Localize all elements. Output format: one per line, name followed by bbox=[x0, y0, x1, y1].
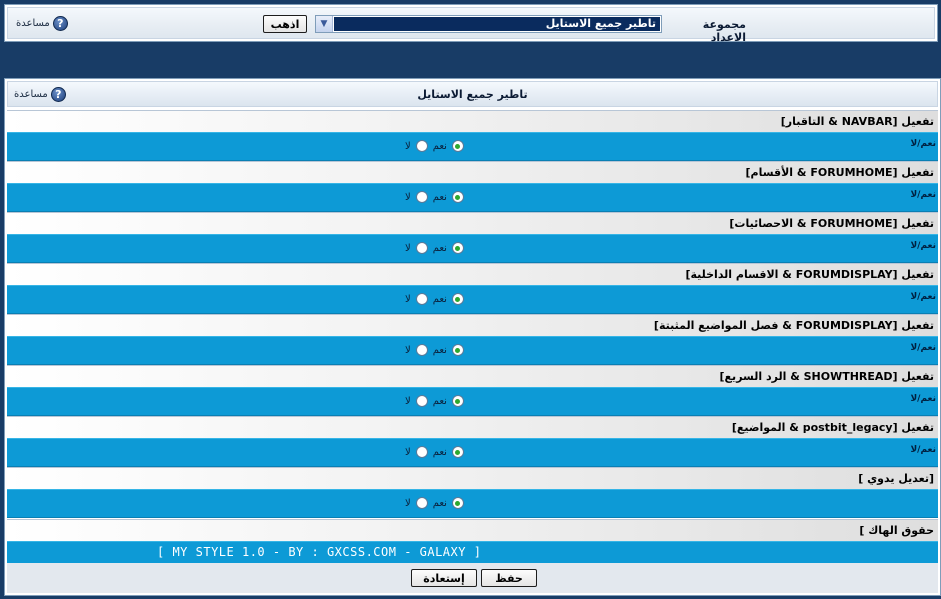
radio-no-label[interactable]: لا bbox=[405, 447, 411, 458]
option-title: [الاحصائيات & FORUMHOME] تفعيل bbox=[729, 217, 934, 230]
radio-yes[interactable] bbox=[451, 293, 464, 305]
yes-no-radio-group: نعم لا bbox=[403, 497, 464, 509]
option-description: نعم/لا bbox=[910, 343, 936, 353]
restore-button[interactable]: إستعادة bbox=[411, 569, 477, 587]
radio-no[interactable] bbox=[415, 140, 428, 152]
yes-no-radio-group: نعم لا bbox=[403, 395, 464, 407]
radio-no-label[interactable]: لا bbox=[405, 294, 411, 305]
help-label[interactable]: مساعدة bbox=[16, 18, 50, 29]
option-description: نعم/لا bbox=[910, 394, 936, 404]
radio-yes-label[interactable]: نعم bbox=[433, 294, 447, 305]
option-row: نعم/لا نعم لا bbox=[7, 132, 938, 161]
option-title-row: [الاحصائيات & FORUMHOME] تفعيل bbox=[7, 212, 938, 234]
radio-yes-label[interactable]: نعم bbox=[433, 141, 447, 152]
radio-no[interactable] bbox=[415, 395, 428, 407]
option-description: نعم/لا bbox=[910, 292, 936, 302]
settings-group-panel: ? مساعدة مجموعة الاعداد ▼ تاطير جميع الا… bbox=[4, 4, 938, 44]
setting-group-select[interactable]: ▼ تاطير جميع الاستايل bbox=[315, 15, 662, 33]
option-description: نعم/لا bbox=[910, 445, 936, 455]
form-footer: حفظ إستعادة bbox=[7, 563, 938, 593]
option-description: نعم/لا bbox=[910, 241, 936, 251]
radio-no[interactable] bbox=[415, 242, 428, 254]
option-title-row: [ تعديل يدوي] bbox=[7, 467, 938, 489]
option-description: نعم/لا bbox=[910, 190, 936, 200]
option-title: [فصل المواضيع المثبتة & FORUMDISPLAY] تف… bbox=[653, 319, 934, 332]
option-row: نعم/لا نعم لا bbox=[7, 387, 938, 416]
radio-yes-label[interactable]: نعم bbox=[433, 243, 447, 254]
option-description: نعم/لا bbox=[910, 139, 936, 149]
yes-no-radio-group: نعم لا bbox=[403, 293, 464, 305]
help-icon[interactable]: ? bbox=[50, 87, 66, 102]
option-row: نعم/لا نعم لا bbox=[7, 234, 938, 263]
radio-yes[interactable] bbox=[451, 497, 464, 509]
radio-yes[interactable] bbox=[451, 242, 464, 254]
radio-no[interactable] bbox=[415, 293, 428, 305]
option-row: نعم/لا نعم لا bbox=[7, 183, 938, 212]
radio-no-label[interactable]: لا bbox=[405, 243, 411, 254]
help-link[interactable]: ? مساعدة bbox=[14, 87, 66, 102]
credits-title-row: [ حقوق الهاك bbox=[7, 519, 938, 541]
radio-yes-label[interactable]: نعم bbox=[433, 396, 447, 407]
option-title: [الرد السريع & SHOWTHREAD] تفعيل bbox=[719, 370, 934, 383]
radio-yes[interactable] bbox=[451, 344, 464, 356]
radio-no-label[interactable]: لا bbox=[405, 498, 411, 509]
chevron-down-icon[interactable]: ▼ bbox=[316, 16, 333, 32]
radio-no-label[interactable]: لا bbox=[405, 141, 411, 152]
option-row: نعم/لا نعم لا bbox=[7, 285, 938, 314]
option-title-row: [الاقسام الداخلية & FORUMDISPLAY] تفعيل bbox=[7, 263, 938, 285]
options-header: تاطير جميع الاستايل ? مساعدة bbox=[7, 81, 938, 107]
radio-no-label[interactable]: لا bbox=[405, 192, 411, 203]
credits-title: [ حقوق الهاك bbox=[859, 524, 934, 537]
help-label[interactable]: مساعدة bbox=[14, 89, 48, 100]
option-title: [التاقبار & NAVBAR] تفعيل bbox=[780, 115, 934, 128]
radio-yes-label[interactable]: نعم bbox=[433, 447, 447, 458]
options-panel: تاطير جميع الاستايل ? مساعدة [التاقبار &… bbox=[4, 78, 941, 596]
help-link[interactable]: ? مساعدة bbox=[16, 16, 68, 31]
selected-setting-group[interactable]: تاطير جميع الاستايل bbox=[334, 17, 660, 31]
credits-text: [ MY STYLE 1.0 - BY : GXCSS.COM - GALAXY… bbox=[157, 545, 482, 559]
option-row: نعم/لا نعم لا bbox=[7, 336, 938, 365]
page-title: تاطير جميع الاستايل bbox=[417, 88, 528, 101]
option-title-row: [التاقبار & NAVBAR] تفعيل bbox=[7, 110, 938, 132]
settings-group-bar: ? مساعدة مجموعة الاعداد ▼ تاطير جميع الا… bbox=[7, 7, 935, 44]
credits-row: [ MY STYLE 1.0 - BY : GXCSS.COM - GALAXY… bbox=[7, 541, 938, 563]
radio-yes[interactable] bbox=[451, 395, 464, 407]
radio-no[interactable] bbox=[415, 446, 428, 458]
radio-yes-label[interactable]: نعم bbox=[433, 345, 447, 356]
radio-yes[interactable] bbox=[451, 446, 464, 458]
option-title-row: [فصل المواضيع المثبتة & FORUMDISPLAY] تف… bbox=[7, 314, 938, 336]
radio-no[interactable] bbox=[415, 344, 428, 356]
go-button[interactable]: اذهب bbox=[263, 15, 307, 33]
yes-no-radio-group: نعم لا bbox=[403, 344, 464, 356]
save-button[interactable]: حفظ bbox=[481, 569, 537, 587]
option-row: نعم/لا نعم لا bbox=[7, 438, 938, 467]
option-title-row: [الرد السريع & SHOWTHREAD] تفعيل bbox=[7, 365, 938, 387]
option-row: نعم لا bbox=[7, 489, 938, 518]
yes-no-radio-group: نعم لا bbox=[403, 446, 464, 458]
option-title: [الأقسام & FORUMHOME] تفعيل bbox=[745, 166, 934, 179]
radio-yes-label[interactable]: نعم bbox=[433, 498, 447, 509]
radio-yes[interactable] bbox=[451, 140, 464, 152]
radio-no-label[interactable]: لا bbox=[405, 345, 411, 356]
help-icon[interactable]: ? bbox=[52, 16, 68, 31]
radio-no[interactable] bbox=[415, 191, 428, 203]
option-title-row: [المواضيع & postbit_legacy] تفعيل bbox=[7, 416, 938, 438]
option-title: [الاقسام الداخلية & FORUMDISPLAY] تفعيل bbox=[685, 268, 934, 281]
option-title-row: [الأقسام & FORUMHOME] تفعيل bbox=[7, 161, 938, 183]
radio-yes-label[interactable]: نعم bbox=[433, 192, 447, 203]
yes-no-radio-group: نعم لا bbox=[403, 242, 464, 254]
option-title: [المواضيع & postbit_legacy] تفعيل bbox=[731, 421, 934, 434]
option-title: [ تعديل يدوي] bbox=[858, 472, 934, 485]
yes-no-radio-group: نعم لا bbox=[403, 191, 464, 203]
radio-yes[interactable] bbox=[451, 191, 464, 203]
setting-group-label: مجموعة الاعداد bbox=[702, 18, 746, 44]
radio-no[interactable] bbox=[415, 497, 428, 509]
radio-no-label[interactable]: لا bbox=[405, 396, 411, 407]
yes-no-radio-group: نعم لا bbox=[403, 140, 464, 152]
